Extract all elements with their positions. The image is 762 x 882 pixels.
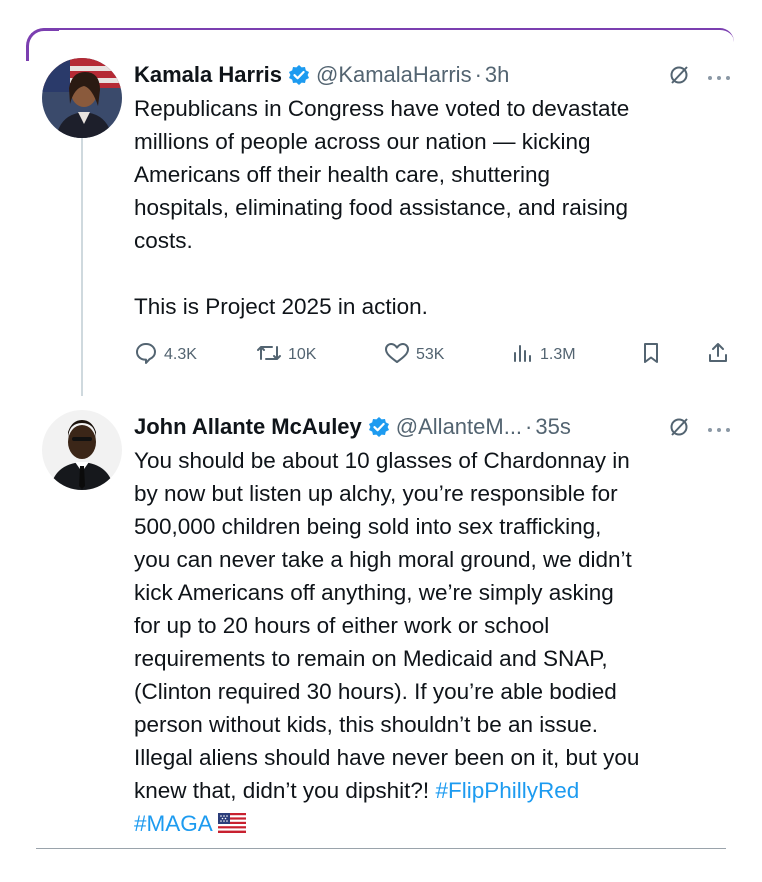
tweet-line: you can never take a high moral ground, … — [134, 547, 632, 572]
tweet-line: costs. — [134, 228, 193, 253]
tweet-line: Americans off their health care, shutter… — [134, 162, 551, 187]
separator-dot: · — [474, 62, 482, 87]
like-count: 53K — [416, 346, 445, 363]
tweet-line: #MAGA — [134, 807, 734, 842]
tweet-line: kick Americans off anything, we’re simpl… — [134, 580, 614, 605]
tweet-line: hospitals, eliminating food assistance, … — [134, 195, 629, 220]
more-options-icon[interactable] — [706, 70, 732, 80]
tweet-line: 500,000 children being sold into sex tra… — [134, 514, 602, 539]
views-icon — [512, 341, 540, 370]
grok-icon[interactable] — [668, 416, 690, 438]
tweet-line: for up to 20 hours of either work or sch… — [134, 613, 550, 638]
author-handle[interactable]: @AllanteM... — [396, 412, 522, 442]
tweet-line: (Clinton required 30 hours). If you’re a… — [134, 679, 617, 704]
author-name[interactable]: Kamala Harris — [134, 60, 282, 90]
grok-icon[interactable] — [668, 64, 690, 86]
divider — [36, 848, 726, 849]
reply-button[interactable]: 4.3K — [134, 340, 197, 370]
avatar-john-allante-mcauley[interactable] — [42, 410, 122, 490]
bookmark-icon — [640, 341, 668, 370]
tweet2-header: John Allante McAuley @AllanteM... · 35s — [134, 412, 571, 442]
reply-count: 4.3K — [164, 346, 197, 363]
verified-badge-icon — [368, 416, 390, 438]
views-button[interactable]: 1.3M — [512, 340, 576, 370]
like-icon — [384, 341, 416, 370]
author-handle[interactable]: @KamalaHarris — [316, 60, 472, 90]
tweet-line: You should be about 10 glasses of Chardo… — [134, 448, 630, 473]
thread-connector-line — [81, 138, 83, 396]
verified-badge-icon — [288, 64, 310, 86]
tweet-line-text: knew that, didn’t you dipshit?! — [134, 778, 436, 803]
tweet-line: millions of people across our nation — k… — [134, 129, 591, 154]
us-flag-icon — [217, 809, 246, 842]
views-count: 1.3M — [540, 346, 576, 363]
tweet-line: Illegal aliens should have never been on… — [134, 745, 640, 770]
repost-count: 10K — [288, 346, 317, 363]
tweet-line: requirements to remain on Medicaid and S… — [134, 646, 608, 671]
tweet1-header: Kamala Harris @KamalaHarris · 3h — [134, 60, 509, 90]
tweet-time[interactable]: 3h — [485, 60, 509, 90]
author-name[interactable]: John Allante McAuley — [134, 412, 362, 442]
reply-icon — [134, 341, 164, 370]
hashtag-flipphillyred[interactable]: #FlipPhillyRed — [435, 778, 579, 803]
like-button[interactable]: 53K — [384, 340, 444, 370]
tweet-time[interactable]: 35s — [535, 412, 570, 442]
more-options-icon[interactable] — [706, 422, 732, 432]
bookmark-button[interactable] — [640, 340, 668, 370]
repost-icon — [256, 341, 288, 370]
tweet-line: This is Project 2025 in action. — [134, 294, 428, 319]
tweet2-text: You should be about 10 glasses of Chardo… — [134, 444, 734, 842]
share-button[interactable] — [706, 340, 736, 370]
avatar-kamala-harris[interactable] — [42, 58, 122, 138]
tweet1-text: Republicans in Congress have voted to de… — [134, 92, 734, 323]
tweet-line: knew that, didn’t you dipshit?! #FlipPhi… — [134, 774, 734, 807]
repost-button[interactable]: 10K — [256, 340, 316, 370]
share-icon — [706, 341, 736, 370]
tweet1-action-bar: 4.3K 10K 53K 1.3M — [134, 340, 734, 370]
hashtag-maga[interactable]: #MAGA — [134, 811, 212, 836]
tweet-line: Republicans in Congress have voted to de… — [134, 96, 630, 121]
tweet-line: person without kids, this shouldn’t be a… — [134, 712, 599, 737]
tweet-line: by now but listen up alchy, you’re respo… — [134, 481, 618, 506]
separator-dot: · — [525, 414, 533, 439]
